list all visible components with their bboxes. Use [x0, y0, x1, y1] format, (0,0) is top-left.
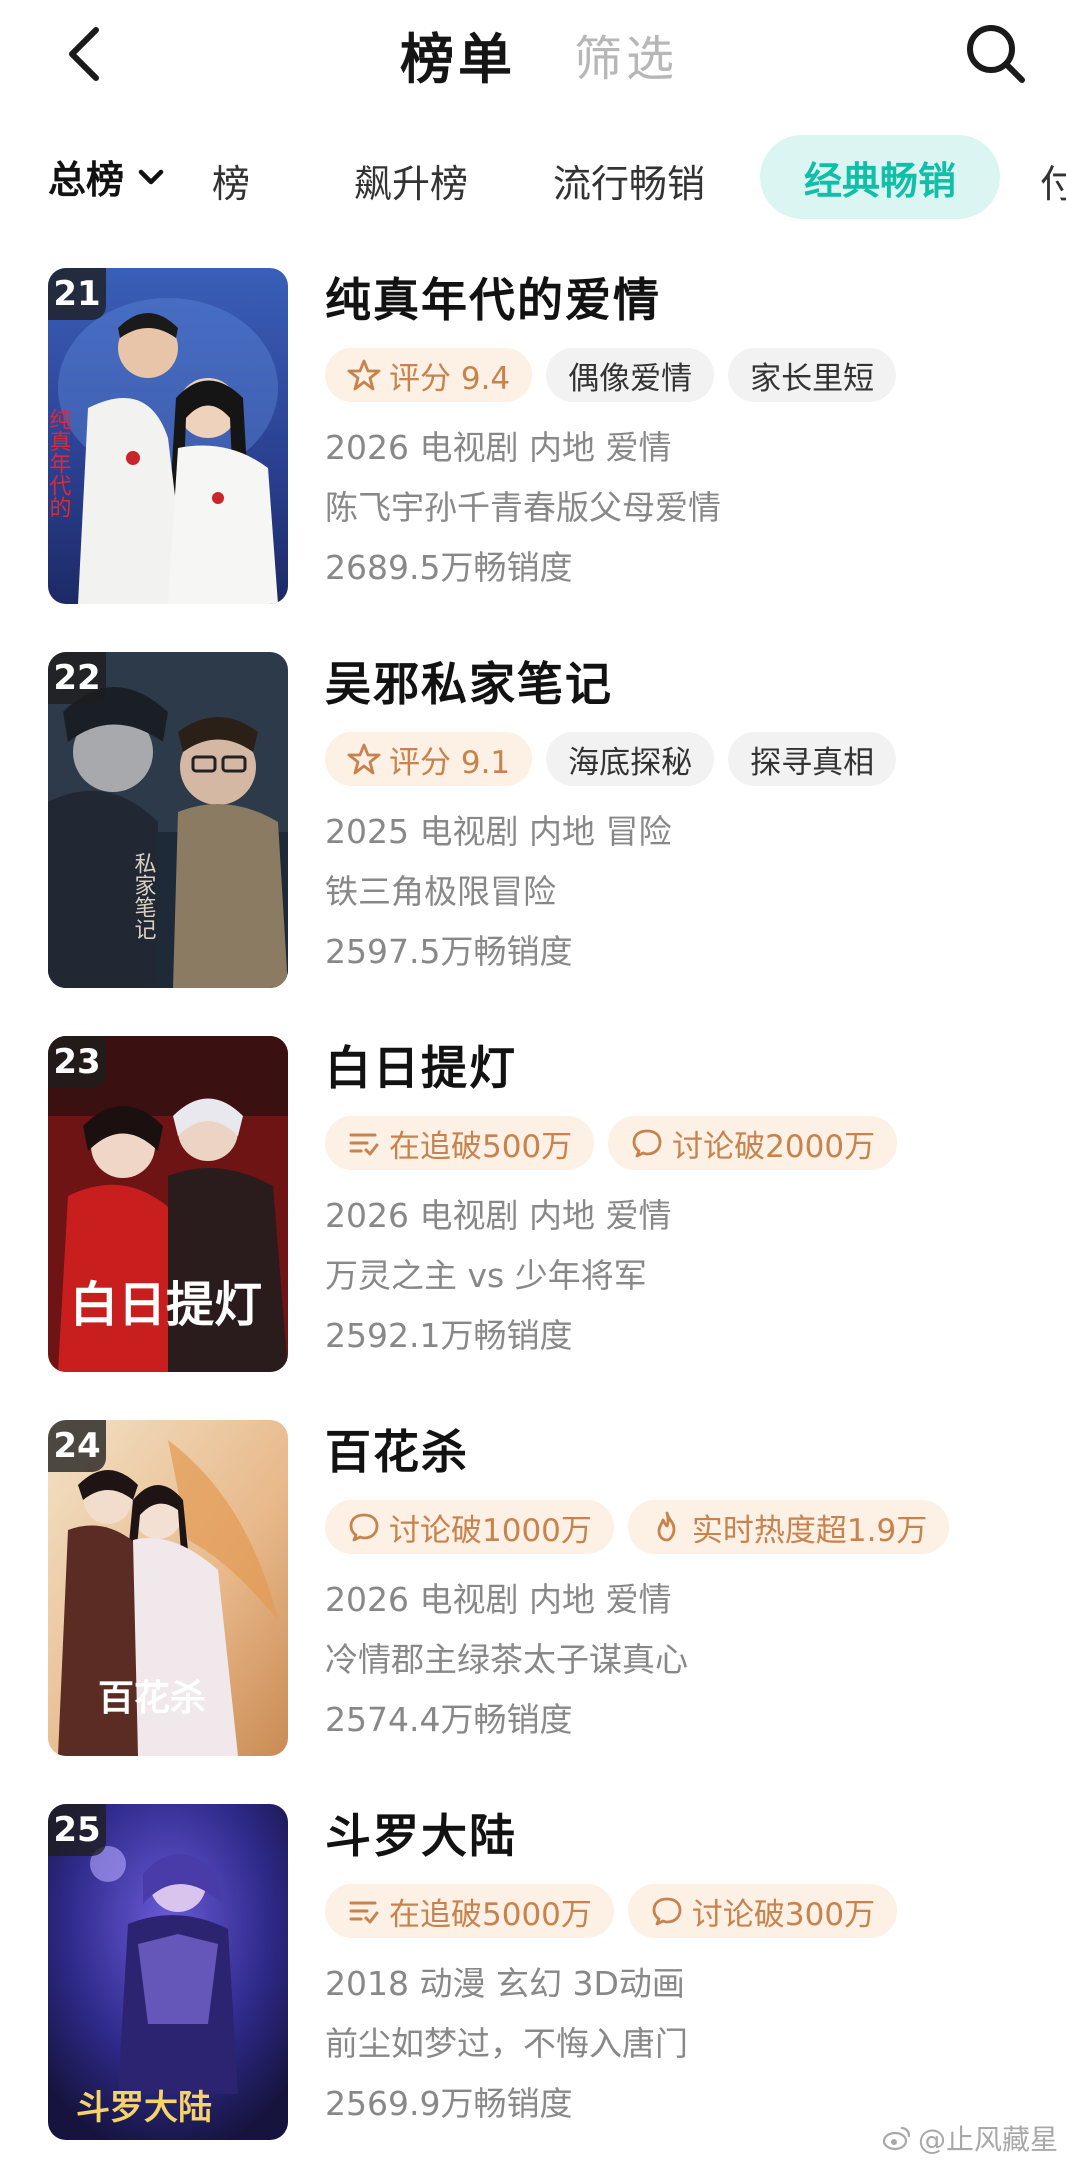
list-item[interactable]: 纯真年代的 21 纯真年代的爱情 评分 9.4 偶像爱情 家长里短 2026 电…	[0, 268, 1066, 604]
genre-tag: 家长里短	[728, 348, 897, 402]
filter-tab[interactable]: 筛选	[574, 19, 678, 89]
rank-badge: 23	[48, 1036, 106, 1088]
meta-line: 2018 动漫 玄幻 3D动画	[325, 1964, 685, 2003]
tab-popular[interactable]: 流行畅销	[553, 153, 705, 208]
main-ranking-dropdown[interactable]: 总榜	[48, 149, 168, 204]
star-icon	[347, 743, 381, 775]
discussion-tag: 讨论破300万	[627, 1884, 898, 1938]
item-info: 吴邪私家笔记 评分 9.1 海底探秘 探寻真相 2025 电视剧 内地 冒险 铁…	[325, 652, 1045, 982]
chevron-left-icon	[69, 27, 99, 81]
chat-bubble-icon	[652, 1897, 682, 1926]
rank-badge: 25	[48, 1804, 106, 1856]
tab-classic-active[interactable]: 经典畅销	[760, 135, 1000, 219]
genre-tag: 探寻真相	[728, 732, 897, 786]
item-info: 纯真年代的爱情 评分 9.4 偶像爱情 家长里短 2026 电视剧 内地 爱情 …	[325, 268, 1045, 598]
list-item[interactable]: 百花杀 24 百花杀 讨论破1000万 实时热度超1.9万 2026 电视剧 内…	[0, 1420, 1066, 1756]
svg-text:白日提灯: 白日提灯	[70, 1277, 262, 1333]
poster-image[interactable]: 斗罗大陆 25	[48, 1804, 288, 2140]
item-info: 百花杀 讨论破1000万 实时热度超1.9万 2026 电视剧 内地 爱情 冷情…	[325, 1420, 1045, 1750]
list-follow-icon	[349, 1133, 379, 1156]
tab-partial-left[interactable]: 榜	[212, 153, 250, 208]
tag-row: 在追破5000万 讨论破300万	[325, 1884, 1045, 1940]
item-info: 白日提灯 在追破500万 讨论破2000万 2026 电视剧 内地 爱情 万灵之…	[325, 1036, 1045, 1366]
description: 前尘如梦过，不悔入唐门	[325, 2024, 688, 2063]
description: 冷情郡主绿茶太子谋真心	[325, 1640, 688, 1679]
discussion-tag: 讨论破1000万	[325, 1500, 614, 1554]
follow-tag: 在追破5000万	[325, 1884, 614, 1938]
main-ranking-label: 总榜	[48, 158, 125, 202]
item-title[interactable]: 白日提灯	[325, 1036, 1045, 1100]
meta-line: 2026 电视剧 内地 爱情	[325, 428, 672, 467]
list-item[interactable]: 私家笔记 22 吴邪私家笔记 评分 9.1 海底探秘 探寻真相 2025 电视剧…	[0, 652, 1066, 988]
list-item[interactable]: 白日提灯 23 白日提灯 在追破500万 讨论破2000万 2026 电视剧 内…	[0, 1036, 1066, 1372]
chevron-down-icon	[138, 169, 164, 184]
svg-text:私家笔记: 私家笔记	[131, 852, 157, 940]
sales-count: 2574.4万畅销度	[325, 1700, 573, 1739]
genre-tag: 偶像爱情	[546, 348, 715, 402]
meta-line: 2026 电视剧 内地 爱情	[325, 1196, 672, 1235]
ranking-tabs: 总榜 榜 飙升榜 流行畅销 经典畅销 付	[0, 135, 1066, 225]
chat-bubble-icon	[349, 1513, 379, 1542]
search-button[interactable]	[960, 18, 1032, 90]
title-group: 榜单 筛选	[400, 14, 678, 94]
svg-text:百花杀: 百花杀	[98, 1677, 206, 1719]
follow-tag: 在追破500万	[325, 1116, 595, 1170]
sales-count: 2597.5万畅销度	[325, 932, 573, 971]
svg-text:斗罗大陆: 斗罗大陆	[76, 2088, 212, 2128]
poster-image[interactable]: 百花杀 24	[48, 1420, 288, 1756]
page-title[interactable]: 榜单	[400, 15, 516, 94]
svg-text:纯真年代的: 纯真年代的	[48, 408, 72, 518]
rating-tag: 评分 9.4	[325, 348, 533, 402]
poster-image[interactable]: 白日提灯 23	[48, 1036, 288, 1372]
rank-badge: 22	[48, 652, 106, 704]
tab-rising[interactable]: 飙升榜	[354, 153, 468, 208]
discussion-tag: 讨论破2000万	[608, 1116, 898, 1170]
item-title[interactable]: 斗罗大陆	[325, 1804, 1045, 1868]
heat-tag: 实时热度超1.9万	[627, 1500, 950, 1554]
item-info: 斗罗大陆 在追破5000万 讨论破300万 2018 动漫 玄幻 3D动画 前尘…	[325, 1804, 1045, 2134]
list-item[interactable]: 斗罗大陆 25 斗罗大陆 在追破5000万 讨论破300万 2018 动漫 玄幻	[0, 1804, 1066, 2140]
poster-image[interactable]: 纯真年代的 21	[48, 268, 288, 604]
poster-image[interactable]: 私家笔记 22	[48, 652, 288, 988]
search-icon	[967, 25, 1025, 83]
description: 万灵之主 vs 少年将军	[325, 1256, 647, 1295]
item-title[interactable]: 百花杀	[325, 1420, 1045, 1484]
meta-line: 2026 电视剧 内地 爱情	[325, 1580, 672, 1619]
rating-tag: 评分 9.1	[325, 732, 533, 786]
item-title[interactable]: 纯真年代的爱情	[325, 268, 1045, 332]
back-button[interactable]	[58, 18, 114, 90]
list-follow-icon	[349, 1901, 379, 1924]
meta-line: 2025 电视剧 内地 冒险	[325, 812, 672, 851]
genre-tag: 海底探秘	[546, 732, 715, 786]
tag-row: 在追破500万 讨论破2000万	[325, 1116, 1045, 1172]
star-icon	[347, 359, 381, 391]
ranking-page: 榜单 筛选 总榜 榜 飙升榜 流行畅销 经典畅销 付 纯真年代的 21 纯真年代…	[0, 0, 1066, 2167]
tag-row: 评分 9.1 海底探秘 探寻真相	[325, 732, 1045, 788]
description: 陈飞宇孙千青春版父母爱情	[325, 488, 721, 527]
tag-row: 讨论破1000万 实时热度超1.9万	[325, 1500, 1045, 1556]
watermark: @止风藏星	[882, 2118, 1058, 2158]
sales-count: 2689.5万畅销度	[325, 548, 573, 587]
watermark-text: @止风藏星	[918, 2123, 1059, 2156]
flame-icon	[657, 1511, 676, 1542]
description: 铁三角极限冒险	[325, 872, 556, 911]
weibo-logo-icon	[882, 2126, 911, 2151]
tag-row: 评分 9.4 偶像爱情 家长里短	[325, 348, 1045, 404]
sales-count: 2592.1万畅销度	[325, 1316, 573, 1355]
rank-badge: 24	[48, 1420, 106, 1472]
item-title[interactable]: 吴邪私家笔记	[325, 652, 1045, 716]
chat-bubble-icon	[632, 1129, 662, 1158]
rank-badge: 21	[48, 268, 106, 320]
top-bar: 榜单 筛选	[0, 0, 1066, 110]
tab-partial-right[interactable]: 付	[1040, 153, 1066, 208]
